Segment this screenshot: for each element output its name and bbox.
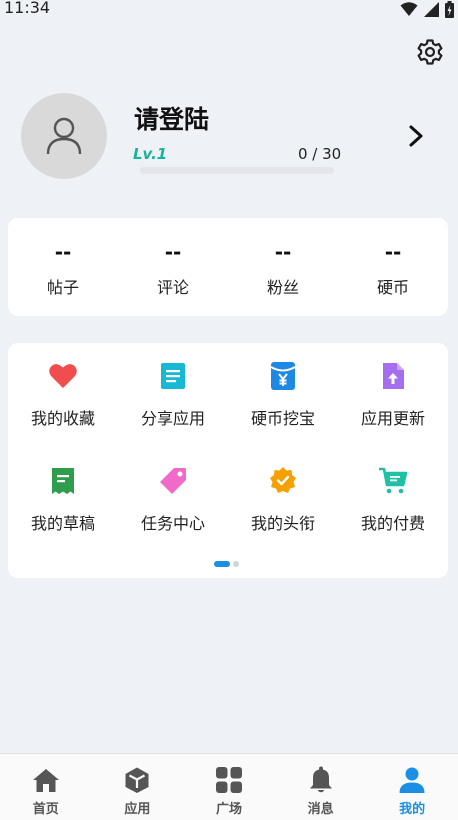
profile-header[interactable]: 请登陆 Lv.1 0 / 30 xyxy=(0,90,458,190)
shopping-cart-icon xyxy=(379,467,408,494)
feature-favorites[interactable]: 我的收藏 xyxy=(8,361,118,466)
feature-grid-card: 我的收藏 分享应用 硬币挖宝 应用更新 我的草稿 任务中心 我的头衔 我的付费 xyxy=(8,343,448,578)
stat-value: -- xyxy=(54,240,72,264)
page-indicator xyxy=(214,561,239,567)
stat-label: 硬币 xyxy=(376,278,409,297)
feature-label: 应用更新 xyxy=(360,409,425,428)
feature-label: 分享应用 xyxy=(140,409,205,428)
level-badge: Lv.1 xyxy=(133,145,168,163)
feature-drafts[interactable]: 我的草稿 xyxy=(8,466,118,571)
status-icons xyxy=(400,0,454,18)
tab-apps[interactable]: 应用 xyxy=(92,754,184,820)
tab-mine[interactable]: 我的 xyxy=(366,754,458,820)
feature-label: 我的头衔 xyxy=(250,514,315,533)
stat-coins[interactable]: -- 硬币 xyxy=(338,218,448,316)
battery-icon xyxy=(445,0,454,18)
feature-app-updates[interactable]: 应用更新 xyxy=(338,361,448,466)
feature-label: 硬币挖宝 xyxy=(250,409,315,428)
feature-grid: 我的收藏 分享应用 硬币挖宝 应用更新 我的草稿 任务中心 我的头衔 我的付费 xyxy=(8,361,448,571)
tag-icon xyxy=(160,468,186,494)
page-dot xyxy=(233,561,239,567)
signal-icon xyxy=(424,1,439,17)
status-bar: 11:34 xyxy=(0,0,458,22)
feature-coin-treasure[interactable]: 硬币挖宝 xyxy=(228,361,338,466)
stat-value: -- xyxy=(164,240,182,264)
page-dot-active xyxy=(214,561,230,567)
bottom-tab-bar: 首页 应用 广场 消息 我的 xyxy=(0,753,458,820)
stat-label: 评论 xyxy=(156,278,189,297)
feature-label: 我的收藏 xyxy=(30,409,95,428)
feature-label: 我的草稿 xyxy=(30,514,95,533)
settings-gear-icon[interactable] xyxy=(416,38,444,66)
feature-share-app[interactable]: 分享应用 xyxy=(118,361,228,466)
stat-followers[interactable]: -- 粉丝 xyxy=(228,218,338,316)
draft-receipt-icon xyxy=(52,468,74,494)
exp-progress-bar xyxy=(140,167,334,174)
stat-value: -- xyxy=(384,240,402,264)
feature-label: 任务中心 xyxy=(140,514,205,533)
tab-label: 首页 xyxy=(32,802,59,817)
exp-text: 0 / 30 xyxy=(298,145,342,163)
file-upload-icon xyxy=(383,363,404,389)
login-prompt[interactable]: 请登陆 xyxy=(134,100,209,136)
stat-label: 帖子 xyxy=(46,278,79,297)
feature-titles[interactable]: 我的头衔 xyxy=(228,466,338,571)
person-icon xyxy=(399,767,425,793)
feature-task-center[interactable]: 任务中心 xyxy=(118,466,228,571)
stat-value: -- xyxy=(274,240,292,264)
chevron-right-icon[interactable] xyxy=(405,124,427,148)
tab-label: 广场 xyxy=(215,802,242,817)
grid-icon xyxy=(215,767,242,793)
stat-label: 粉丝 xyxy=(266,278,299,297)
tab-label: 消息 xyxy=(307,802,334,817)
user-avatar-icon xyxy=(46,117,82,155)
tab-messages[interactable]: 消息 xyxy=(275,754,367,820)
bell-icon xyxy=(309,766,332,793)
coin-envelope-icon xyxy=(270,362,296,390)
tab-plaza[interactable]: 广场 xyxy=(183,754,275,820)
tab-home[interactable]: 首页 xyxy=(0,754,92,820)
tab-label: 应用 xyxy=(124,802,151,817)
cube-icon xyxy=(125,767,149,793)
home-icon xyxy=(32,769,59,792)
wifi-icon xyxy=(400,2,418,16)
stats-card: -- 帖子 -- 评论 -- 粉丝 -- 硬币 xyxy=(8,218,448,316)
document-icon xyxy=(161,363,185,389)
tab-label: 我的 xyxy=(399,802,426,817)
avatar[interactable] xyxy=(21,93,107,179)
feature-my-payments[interactable]: 我的付费 xyxy=(338,466,448,571)
stat-posts[interactable]: -- 帖子 xyxy=(8,218,118,316)
badge-check-icon xyxy=(270,467,296,493)
status-time: 11:34 xyxy=(4,0,51,17)
stat-comments[interactable]: -- 评论 xyxy=(118,218,228,316)
heart-icon xyxy=(49,364,77,388)
feature-label: 我的付费 xyxy=(360,514,425,533)
